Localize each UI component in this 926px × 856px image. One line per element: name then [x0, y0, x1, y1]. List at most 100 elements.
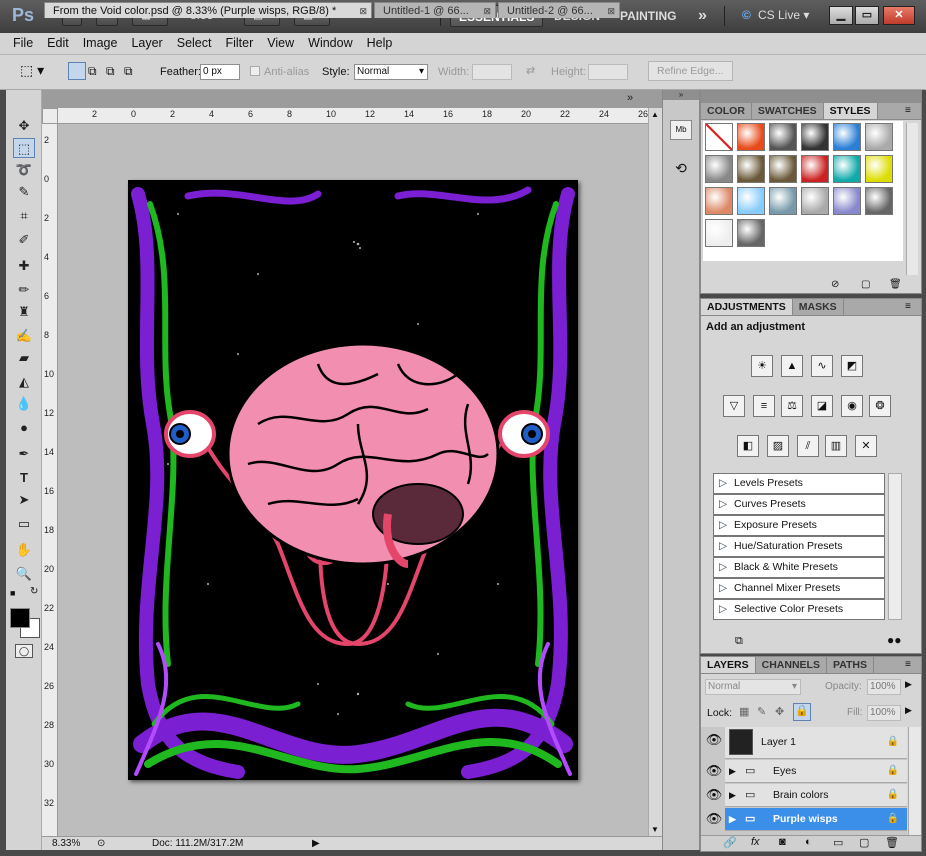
style-swatch[interactable] [801, 123, 829, 151]
lasso-tool-icon[interactable]: ➰ [13, 160, 35, 180]
vertical-scrollbar[interactable]: ▲ ▼ [648, 108, 662, 836]
height-input[interactable] [588, 64, 628, 80]
opacity-slider-icon[interactable]: ▶ [905, 679, 912, 690]
cs-live-icon[interactable]: © [742, 8, 751, 22]
tabs-overflow-icon[interactable]: » [627, 92, 633, 104]
invert-icon[interactable]: ◧ [737, 435, 759, 457]
close-tab-icon[interactable]: ⊠ [483, 3, 491, 19]
visibility-eye-icon[interactable]: 👁 [705, 760, 723, 783]
blend-mode-select[interactable]: Normal ▾ [705, 679, 801, 695]
adjustments-options-icon[interactable]: ●● [887, 633, 902, 647]
menu-filter[interactable]: Filter [218, 33, 260, 54]
cs-live-menu[interactable]: CS Live ▾ [758, 8, 809, 22]
layer-row[interactable]: Layer 1 🔒 [725, 727, 907, 759]
swap-colors-icon[interactable]: ↻ [30, 586, 38, 597]
scroll-up-icon[interactable]: ▲ [651, 110, 659, 119]
menu-layer[interactable]: Layer [124, 33, 169, 54]
pen-tool-icon[interactable]: ✒ [13, 444, 35, 464]
lock-image-icon[interactable]: ✎ [757, 705, 766, 718]
visibility-eye-icon[interactable]: 👁 [705, 784, 723, 807]
style-swatch[interactable] [737, 187, 765, 215]
threshold-icon[interactable]: ⫽ [797, 435, 819, 457]
quick-selection-tool-icon[interactable]: ✎ [13, 182, 35, 202]
tab-channels[interactable]: CHANNELS [756, 657, 827, 673]
clone-stamp-tool-icon[interactable]: ♜ [13, 302, 35, 322]
panel-menu-icon[interactable]: ≡ [905, 659, 911, 670]
refine-edge-button[interactable]: Refine Edge... [648, 61, 733, 81]
zoom-tool-icon[interactable]: 🔍 [13, 564, 35, 584]
canvas-pasteboard[interactable] [58, 124, 648, 836]
history-panel-icon[interactable]: ⟲ [670, 160, 692, 180]
fill-slider-icon[interactable]: ▶ [905, 705, 912, 716]
menu-edit[interactable]: Edit [40, 33, 76, 54]
styles-scrollbar[interactable] [906, 123, 918, 275]
layer-group-row[interactable]: ▶ ▭ Brain colors 🔒 [725, 784, 907, 807]
eyedropper-tool-icon[interactable]: ✐ [13, 230, 35, 250]
maximize-button[interactable]: ▭ [855, 6, 879, 25]
swap-dimensions-icon[interactable]: ⇄ [526, 64, 535, 77]
link-layers-icon[interactable]: 🔗 [723, 836, 737, 849]
expand-group-icon[interactable]: ▶ [729, 808, 736, 830]
channel-mixer-icon[interactable]: ❂ [869, 395, 891, 417]
status-arrow-icon[interactable]: ▶ [312, 837, 320, 850]
healing-brush-tool-icon[interactable]: ✚ [13, 256, 35, 276]
foreground-color-swatch[interactable] [10, 608, 30, 628]
exposure-icon[interactable]: ◩ [841, 355, 863, 377]
style-swatch[interactable] [769, 155, 797, 183]
presets-scrollbar[interactable] [888, 473, 902, 620]
workspace-painting[interactable]: PAINTING [612, 5, 684, 27]
subtract-selection-icon[interactable]: ⧉ [106, 64, 115, 79]
style-swatch[interactable] [865, 187, 893, 215]
style-swatch[interactable] [801, 187, 829, 215]
menu-view[interactable]: View [260, 33, 301, 54]
eraser-tool-icon[interactable]: ▰ [13, 348, 35, 368]
menu-help[interactable]: Help [360, 33, 400, 54]
layer-group-row[interactable]: ▶ ▭ Eyes 🔒 [725, 760, 907, 783]
feather-input[interactable]: 0 px [200, 64, 240, 80]
paint-bucket-tool-icon[interactable]: ◭ [13, 372, 35, 392]
new-adjustment-layer-icon[interactable]: ◐ [805, 836, 812, 848]
preset-channel-mixer[interactable]: ▷ Channel Mixer Presets [713, 578, 885, 599]
move-tool-icon[interactable]: ✥ [13, 116, 35, 136]
clear-style-icon[interactable]: ⊘ [831, 279, 839, 290]
preset-selective-color[interactable]: ▷ Selective Color Presets [713, 599, 885, 620]
marquee-tool-icon[interactable]: ⬚ [13, 138, 35, 158]
tab-layers[interactable]: LAYERS [701, 657, 756, 673]
close-tab-icon[interactable]: ⊠ [607, 3, 615, 19]
lock-all-icon[interactable]: 🔒 [793, 703, 811, 721]
preset-levels[interactable]: ▷ Levels Presets [713, 473, 885, 494]
close-button[interactable]: ✕ [883, 6, 915, 25]
style-swatch[interactable] [769, 123, 797, 151]
style-select[interactable]: Normal ▾ [354, 64, 428, 80]
path-selection-tool-icon[interactable]: ➤ [13, 490, 35, 510]
menu-window[interactable]: Window [301, 33, 359, 54]
visibility-eye-icon[interactable]: 👁 [705, 808, 723, 831]
expand-group-icon[interactable]: ▶ [729, 760, 736, 782]
default-colors-icon[interactable]: ■ [10, 588, 15, 598]
layer-style-icon[interactable]: fx [751, 836, 760, 848]
tab-untitled-1[interactable]: Untitled-1 @ 66... ⊠ [374, 2, 496, 18]
style-swatch[interactable] [865, 123, 893, 151]
panel-menu-icon[interactable]: ≡ [905, 105, 911, 116]
style-swatch[interactable] [737, 155, 765, 183]
lock-position-icon[interactable]: ✥ [775, 705, 784, 718]
tab-from-the-void[interactable]: From the Void color.psd @ 8.33% (Purple … [44, 2, 372, 18]
panel-menu-icon[interactable]: ≡ [905, 301, 911, 312]
close-tab-icon[interactable]: ⊠ [359, 3, 367, 19]
expand-panels-icon[interactable]: » [663, 90, 699, 100]
black-white-icon[interactable]: ◪ [811, 395, 833, 417]
style-swatch[interactable] [769, 187, 797, 215]
brush-tool-icon[interactable]: ✏ [13, 280, 35, 300]
style-swatch[interactable] [705, 219, 733, 247]
new-selection-icon[interactable] [68, 62, 86, 80]
tab-styles[interactable]: STYLES [823, 103, 878, 119]
mini-bridge-panel-icon[interactable]: Mb [670, 120, 692, 140]
style-swatch[interactable] [705, 155, 733, 183]
tab-untitled-2[interactable]: Untitled-2 @ 66... ⊠ [498, 2, 620, 18]
opacity-input[interactable]: 100% [867, 679, 901, 695]
preset-exposure[interactable]: ▷ Exposure Presets [713, 515, 885, 536]
tab-color[interactable]: COLOR [701, 103, 752, 119]
tab-adjustments[interactable]: ADJUSTMENTS [701, 299, 793, 315]
posterize-icon[interactable]: ▨ [767, 435, 789, 457]
style-swatch[interactable] [737, 219, 765, 247]
